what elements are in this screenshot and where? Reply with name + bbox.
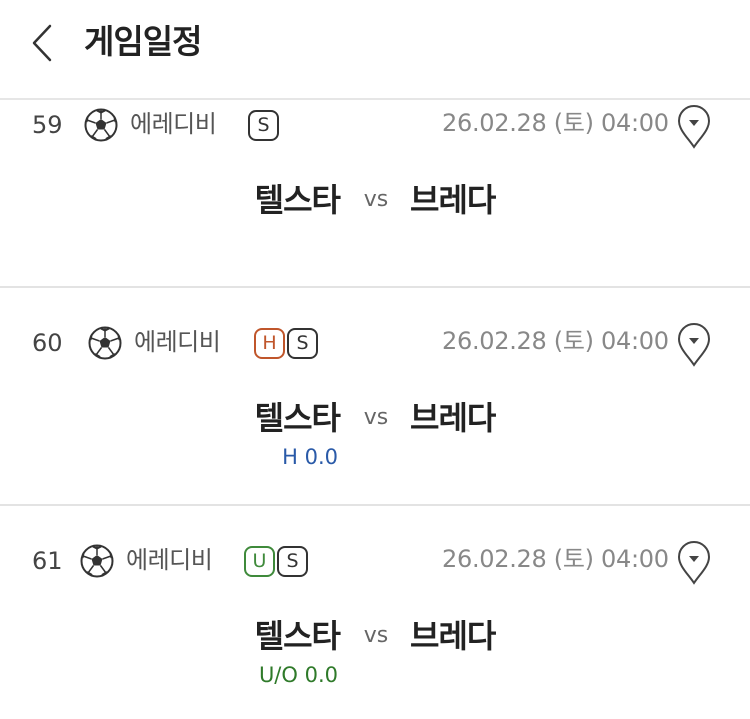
game-card[interactable]: 61 에레디비 U S 26.02.28 (토) 04:00 텔스타 vs 브레… (0, 506, 750, 719)
league-name: 에레디비 (134, 328, 221, 356)
badge-s: S (287, 328, 318, 359)
league-name: 에레디비 (130, 110, 217, 138)
badge-group: H S (254, 328, 318, 359)
location-pin-icon[interactable] (676, 104, 712, 150)
badge-s: S (277, 546, 308, 577)
badge-group: S (248, 110, 279, 141)
game-number: 59 (32, 111, 63, 139)
home-team: 텔스타 (254, 181, 341, 219)
soccer-ball-icon (80, 544, 114, 578)
chevron-left-icon[interactable] (26, 22, 60, 64)
away-team: 브레다 (410, 617, 496, 655)
game-number: 60 (32, 329, 63, 357)
location-pin-icon[interactable] (676, 540, 712, 586)
soccer-ball-icon (88, 326, 122, 360)
game-datetime: 26.02.28 (토) 04:00 (442, 545, 669, 573)
away-team: 브레다 (410, 399, 496, 437)
badge-group: U S (244, 546, 308, 577)
home-team: 텔스타 (254, 617, 341, 655)
game-number: 61 (32, 547, 63, 575)
handicap-line: U/O 0.0 (258, 663, 338, 687)
game-card[interactable]: 59 에레디비 S 26.02.28 (토) 04:00 텔스타 vs 브레다 (0, 70, 750, 288)
page-title: 게임일정 (84, 22, 202, 61)
badge-h: H (254, 328, 285, 359)
league-name: 에레디비 (126, 546, 213, 574)
handicap-line: H 0.0 (282, 445, 338, 469)
vs-label: vs (363, 623, 389, 648)
vs-label: vs (363, 187, 389, 212)
home-team: 텔스타 (254, 399, 341, 437)
away-team: 브레다 (410, 181, 496, 219)
badge-s: S (248, 110, 279, 141)
badge-u: U (244, 546, 275, 577)
game-datetime: 26.02.28 (토) 04:00 (442, 327, 669, 355)
soccer-ball-icon (84, 108, 118, 142)
vs-label: vs (363, 405, 389, 430)
location-pin-icon[interactable] (676, 322, 712, 368)
app-header: 게임일정 (0, 0, 750, 100)
game-card[interactable]: 60 에레디비 H S 26.02.28 (토) 04:00 텔스타 vs 브레… (0, 288, 750, 506)
game-datetime: 26.02.28 (토) 04:00 (442, 109, 669, 137)
